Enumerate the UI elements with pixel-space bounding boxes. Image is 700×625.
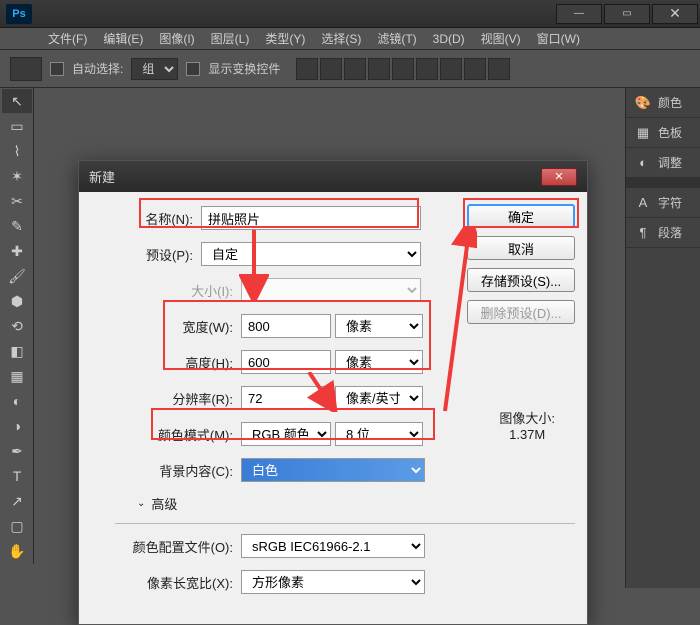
swatches-icon: ▦ (634, 126, 652, 140)
depth-select[interactable]: 8 位 (335, 422, 423, 446)
profile-label: 颜色配置文件(O): (91, 537, 241, 556)
character-icon: A (634, 196, 652, 210)
dodge-tool-icon[interactable]: ◑ (2, 414, 32, 438)
align-icon[interactable] (488, 58, 510, 80)
colormode-label: 颜色模式(M): (91, 425, 241, 444)
imagesize-label: 图像大小: (499, 408, 555, 427)
palette-icon: 🎨 (634, 96, 652, 110)
lasso-tool-icon[interactable]: ⌇ (2, 139, 32, 163)
panel-paragraph[interactable]: ¶段落 (626, 218, 700, 248)
preset-label: 预设(P): (91, 245, 201, 264)
advanced-toggle[interactable]: ⌄ 高级 (91, 494, 575, 513)
close-button[interactable]: ✕ (652, 4, 698, 24)
maximize-button[interactable]: ▭ (604, 4, 650, 24)
menu-file[interactable]: 文件(F) (40, 30, 95, 47)
ok-button[interactable]: 确定 (467, 204, 575, 228)
colormode-select[interactable]: RGB 颜色 (241, 422, 331, 446)
stamp-tool-icon[interactable]: ⬢ (2, 289, 32, 313)
height-label: 高度(H): (91, 353, 241, 372)
eyedropper-tool-icon[interactable]: ✎ (2, 214, 32, 238)
align-icon[interactable] (368, 58, 390, 80)
menu-select[interactable]: 选择(S) (313, 30, 369, 47)
show-transform-checkbox[interactable] (186, 62, 200, 76)
dialog-title: 新建 (89, 167, 115, 186)
dialog-close-button[interactable]: ✕ (541, 168, 577, 186)
panel-swatches[interactable]: ▦色板 (626, 118, 700, 148)
menu-filter[interactable]: 滤镜(T) (369, 30, 424, 47)
crop-tool-icon[interactable]: ✂ (2, 189, 32, 213)
tool-preset-icon[interactable] (10, 57, 42, 81)
auto-select-target[interactable]: 组 (131, 58, 178, 80)
panel-color[interactable]: 🎨颜色 (626, 88, 700, 118)
minimize-button[interactable]: — (556, 4, 602, 24)
auto-select-label: 自动选择: (72, 60, 123, 77)
width-input[interactable] (241, 314, 331, 338)
auto-select-checkbox[interactable] (50, 62, 64, 76)
new-document-dialog: 新建 ✕ 名称(N): 预设(P): 自定 大小(I): 宽度(W): 像素 高… (78, 160, 588, 625)
hand-tool-icon[interactable]: ✋ (2, 539, 32, 563)
height-unit-select[interactable]: 像素 (335, 350, 423, 374)
menu-3d[interactable]: 3D(D) (425, 32, 473, 46)
panel-adjustments[interactable]: ◐调整 (626, 148, 700, 178)
size-select (241, 278, 421, 302)
chevron-down-icon: ⌄ (137, 498, 145, 509)
options-bar: 自动选择: 组 显示变换控件 (0, 50, 700, 88)
marquee-tool-icon[interactable]: ▭ (2, 114, 32, 138)
width-unit-select[interactable]: 像素 (335, 314, 423, 338)
align-icon[interactable] (320, 58, 342, 80)
resolution-label: 分辨率(R): (91, 389, 241, 408)
align-icon[interactable] (464, 58, 486, 80)
eraser-tool-icon[interactable]: ◧ (2, 339, 32, 363)
brush-tool-icon[interactable]: 🖌 (2, 264, 32, 288)
gradient-tool-icon[interactable]: ▦ (2, 364, 32, 388)
resolution-unit-select[interactable]: 像素/英寸 (335, 386, 423, 410)
toolbox: ↖ ▭ ⌇ ✶ ✂ ✎ ✚ 🖌 ⬢ ⟲ ◧ ▦ ◐ ◑ ✒ T ↗ ▢ ✋ (0, 88, 34, 564)
profile-select[interactable]: sRGB IEC61966-2.1 (241, 534, 425, 558)
save-preset-button[interactable]: 存储预设(S)... (467, 268, 575, 292)
align-icon[interactable] (296, 58, 318, 80)
menu-view[interactable]: 视图(V) (473, 30, 529, 47)
name-label: 名称(N): (91, 209, 201, 228)
align-icon[interactable] (344, 58, 366, 80)
menu-type[interactable]: 类型(Y) (257, 30, 313, 47)
shape-tool-icon[interactable]: ▢ (2, 514, 32, 538)
ps-logo: Ps (6, 4, 32, 24)
aspect-select[interactable]: 方形像素 (241, 570, 425, 594)
show-transform-label: 显示变换控件 (208, 60, 280, 77)
history-brush-tool-icon[interactable]: ⟲ (2, 314, 32, 338)
align-icon[interactable] (392, 58, 414, 80)
right-panels: 🎨颜色 ▦色板 ◐调整 A字符 ¶段落 (625, 88, 700, 588)
name-input[interactable] (201, 206, 421, 230)
menu-image[interactable]: 图像(I) (151, 30, 202, 47)
align-icon[interactable] (416, 58, 438, 80)
resolution-input[interactable] (241, 386, 331, 410)
size-label: 大小(I): (91, 281, 241, 300)
healing-tool-icon[interactable]: ✚ (2, 239, 32, 263)
panel-character[interactable]: A字符 (626, 188, 700, 218)
cancel-button[interactable]: 取消 (467, 236, 575, 260)
aspect-label: 像素长宽比(X): (91, 573, 241, 592)
imagesize-value: 1.37M (499, 427, 555, 442)
path-tool-icon[interactable]: ↗ (2, 489, 32, 513)
bg-label: 背景内容(C): (91, 461, 241, 480)
move-tool-icon[interactable]: ↖ (2, 89, 32, 113)
bg-select[interactable]: 白色 (241, 458, 425, 482)
preset-select[interactable]: 自定 (201, 242, 421, 266)
paragraph-icon: ¶ (634, 226, 652, 240)
align-icon[interactable] (440, 58, 462, 80)
height-input[interactable] (241, 350, 331, 374)
type-tool-icon[interactable]: T (2, 464, 32, 488)
adjustments-icon: ◐ (634, 156, 652, 170)
delete-preset-button: 删除预设(D)... (467, 300, 575, 324)
menu-bar: 文件(F) 编辑(E) 图像(I) 图层(L) 类型(Y) 选择(S) 滤镜(T… (0, 28, 700, 50)
pen-tool-icon[interactable]: ✒ (2, 439, 32, 463)
menu-edit[interactable]: 编辑(E) (95, 30, 151, 47)
menu-window[interactable]: 窗口(W) (529, 30, 588, 47)
menu-layer[interactable]: 图层(L) (203, 30, 258, 47)
blur-tool-icon[interactable]: ◐ (2, 389, 32, 413)
wand-tool-icon[interactable]: ✶ (2, 164, 32, 188)
width-label: 宽度(W): (91, 317, 241, 336)
